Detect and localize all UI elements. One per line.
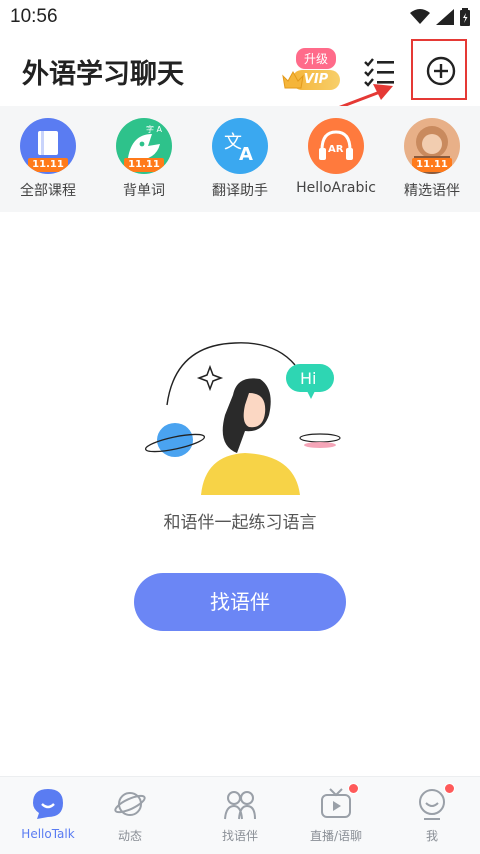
profile-face-icon [415,783,455,821]
svg-text:字 A: 字 A [146,124,163,134]
tab-label: 找语伴 [221,829,258,843]
status-time: 10:56 [10,6,58,27]
status-icons [410,8,470,26]
promo-tag: 11.11 [412,158,452,172]
tab-find-partner[interactable]: 找语伴 [192,787,288,844]
tab-label: 我 [425,829,438,843]
bottom-tab-bar: HelloTalk 动态 找语伴 直播/语聊 我 [0,776,480,854]
quick-item-partners[interactable]: 11.11 精选语伴 [384,118,480,200]
people-icon [223,787,257,821]
status-bar: 10:56 [0,0,480,34]
course-book-icon: 11.11 [20,118,76,174]
tab-label: 直播/语聊 [309,829,363,843]
quick-item-label: 翻译助手 [212,183,268,199]
quick-item-label: 全部课程 [20,183,76,199]
quick-access-row: 11.11 全部课程 字 A 11.11 背单词 文A 翻译助手 AR Hell… [0,106,480,212]
hellotalk-chat-icon [31,787,65,821]
app-header: 外语学习聊天 升级 VIP [0,34,480,106]
planet-icon [113,787,147,821]
find-partner-button[interactable]: 找语伴 [134,573,346,631]
translate-icon: 文A [212,118,268,174]
svg-text:A: A [239,144,253,165]
quick-item-label: HelloArabic [296,180,376,196]
signal-icon [436,9,454,25]
quick-item-hello-arabic[interactable]: AR HelloArabic [288,118,384,196]
quick-item-vocab[interactable]: 字 A 11.11 背单词 [96,118,192,200]
quick-item-label: 背单词 [123,183,165,199]
hi-bubble-text: Hi [300,369,316,388]
empty-state-text: 和语伴一起练习语言 [163,513,317,533]
add-button[interactable] [411,39,467,100]
quick-item-all-courses[interactable]: 11.11 全部课程 [0,118,96,200]
page-title: 外语学习聊天 [22,59,184,90]
quick-item-label: 精选语伴 [404,183,460,199]
vip-upgrade-label: 升级 [296,48,337,69]
tv-live-icon [319,783,359,821]
ar-headphones-icon: AR [308,118,364,174]
tab-label: 动态 [117,829,142,843]
battery-icon [460,8,470,26]
promo-tag: 11.11 [124,158,164,172]
notification-dot [348,783,359,794]
promo-tag: 11.11 [28,158,68,172]
tab-live[interactable]: 直播/语聊 [288,783,384,844]
plus-circle-icon [426,56,456,86]
word-mascot-icon: 字 A 11.11 [116,118,172,174]
empty-state-illustration: Hi [145,342,341,495]
partner-avatar-icon: 11.11 [404,118,460,174]
tab-moments[interactable]: 动态 [82,787,178,844]
quick-item-translate[interactable]: 文A 翻译助手 [192,118,288,200]
svg-text:AR: AR [328,144,344,155]
wifi-icon [410,9,430,24]
tab-me[interactable]: 我 [384,783,480,844]
notification-dot [444,783,455,794]
